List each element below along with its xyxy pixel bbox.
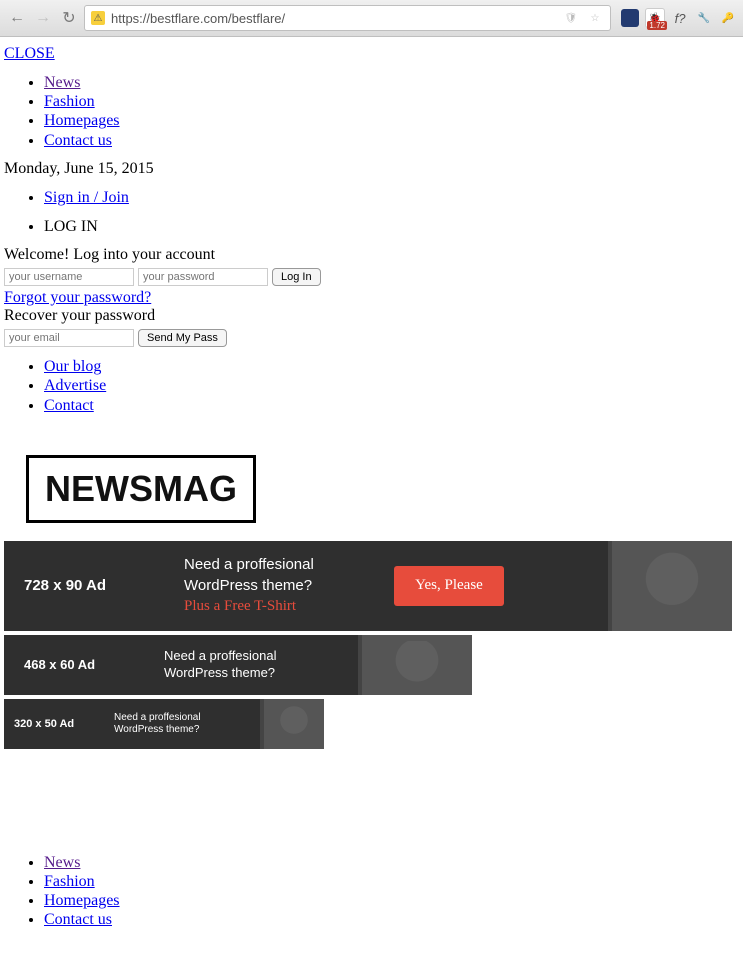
footer-link-fashion[interactable]: Fashion <box>44 873 95 890</box>
list-item: Fashion <box>44 92 739 111</box>
ad-shirt-image <box>608 541 732 631</box>
footer-nav: News Fashion Homepages Contact us <box>4 853 739 930</box>
nav-link-contact-us[interactable]: Contact us <box>44 132 112 149</box>
back-button[interactable]: ← <box>6 7 28 29</box>
signin-join-link[interactable]: Sign in / Join <box>44 189 129 206</box>
shield-icon[interactable]: 🛡 <box>562 9 580 27</box>
ad-line1a: Need a proffesional <box>164 648 334 665</box>
ad-shirt-image <box>358 635 472 695</box>
secondary-nav: Our blog Advertise Contact <box>4 357 739 415</box>
extension-firebug-icon[interactable]: 🐞1.72 <box>645 8 665 28</box>
ad-line2: Plus a Free T-Shirt <box>184 596 364 617</box>
recover-line: Recover your password <box>4 307 739 325</box>
ad-banner-468[interactable]: 468 x 60 Ad Need a proffesional WordPres… <box>4 635 472 695</box>
password-input[interactable] <box>138 268 268 286</box>
date-line: Monday, June 15, 2015 <box>4 160 739 178</box>
nav-link-fashion[interactable]: Fashion <box>44 93 95 110</box>
list-item: Fashion <box>44 872 739 891</box>
ad-line1b: WordPress theme? <box>114 724 224 736</box>
reload-button[interactable]: ↻ <box>58 7 80 29</box>
ad-shirt-image <box>260 699 324 749</box>
browser-toolbar: ← → ↻ ⚠ https://bestflare.com/bestflare/… <box>0 0 743 37</box>
ad-line1b: WordPress theme? <box>164 665 334 682</box>
security-badge-icon: ⚠ <box>91 11 105 25</box>
ad-banner-728[interactable]: 728 x 90 Ad Need a proffesional WordPres… <box>4 541 732 631</box>
recover-form-row <box>4 328 739 347</box>
login-heading-list: LOG IN <box>4 217 739 236</box>
list-item: Homepages <box>44 111 739 130</box>
close-link[interactable]: CLOSE <box>4 45 55 62</box>
list-item: Homepages <box>44 891 739 910</box>
nav-link-news[interactable]: News <box>44 74 80 91</box>
login-button[interactable] <box>272 268 321 286</box>
page-content: CLOSE News Fashion Homepages Contact us … <box>0 37 743 959</box>
list-item: News <box>44 73 739 92</box>
ad-copy: Need a proffesional WordPress theme? <box>114 712 224 736</box>
bookmark-star-icon[interactable]: ☆ <box>586 9 604 27</box>
extension-key-icon[interactable]: 🔑 <box>719 9 737 27</box>
extension-tray: 🐞1.72 f? 🔧 🔑 <box>615 8 737 28</box>
ad-cta-button[interactable]: Yes, Please <box>394 566 504 606</box>
list-item: Advertise <box>44 376 739 395</box>
username-input[interactable] <box>4 268 134 286</box>
url-text: https://bestflare.com/bestflare/ <box>111 11 556 26</box>
ad-line1a: Need a proffesional <box>114 712 224 724</box>
auth-nav: Sign in / Join <box>4 188 739 207</box>
ad-size-label: 320 x 50 Ad <box>4 718 114 730</box>
nav-link-advertise[interactable]: Advertise <box>44 377 106 394</box>
ad-banner-320[interactable]: 320 x 50 Ad Need a proffesional WordPres… <box>4 699 324 749</box>
ad-size-label: 728 x 90 Ad <box>4 577 184 594</box>
footer-link-contact-us[interactable]: Contact us <box>44 911 112 928</box>
nav-link-homepages[interactable]: Homepages <box>44 112 120 129</box>
footer-link-news[interactable]: News <box>44 854 80 871</box>
firebug-badge: 1.72 <box>647 21 667 30</box>
list-item: Our blog <box>44 357 739 376</box>
ad-size-label: 468 x 60 Ad <box>4 657 164 672</box>
spacer <box>4 753 739 843</box>
send-pass-button[interactable] <box>138 329 227 347</box>
ad-line1b: WordPress theme? <box>184 575 364 596</box>
list-item: Contact us <box>44 910 739 929</box>
list-item: Sign in / Join <box>44 188 739 207</box>
recover-email-input[interactable] <box>4 329 134 347</box>
welcome-line: Welcome! Log into your account <box>4 246 739 264</box>
primary-nav: News Fashion Homepages Contact us <box>4 73 739 150</box>
list-item: Contact us <box>44 131 739 150</box>
login-form-row <box>4 267 739 286</box>
ad-copy: Need a proffesional WordPress theme? Plu… <box>184 554 364 617</box>
extension-flag-icon[interactable] <box>621 9 639 27</box>
address-bar[interactable]: ⚠ https://bestflare.com/bestflare/ 🛡 ☆ <box>84 5 611 31</box>
login-heading: LOG IN <box>44 217 739 236</box>
footer-link-homepages[interactable]: Homepages <box>44 892 120 909</box>
forgot-password-link[interactable]: Forgot your password? <box>4 289 151 306</box>
logo-text: NEWSMAG <box>45 468 237 509</box>
nav-link-our-blog[interactable]: Our blog <box>44 358 101 375</box>
ad-copy: Need a proffesional WordPress theme? <box>164 648 334 682</box>
site-logo[interactable]: NEWSMAG <box>26 455 256 523</box>
list-item: Contact <box>44 396 739 415</box>
nav-link-contact[interactable]: Contact <box>44 397 94 414</box>
extension-fq-icon[interactable]: f? <box>671 9 689 27</box>
ad-line1a: Need a proffesional <box>184 554 364 575</box>
forward-button[interactable]: → <box>32 7 54 29</box>
extension-devtools-icon[interactable]: 🔧 <box>695 9 713 27</box>
list-item: News <box>44 853 739 872</box>
